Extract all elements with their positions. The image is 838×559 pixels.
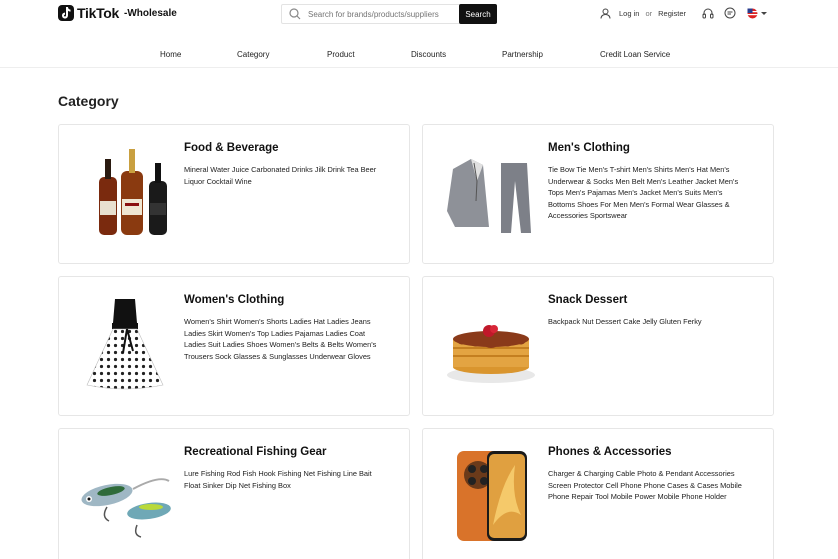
logo-subtitle: -Wholesale [124, 7, 177, 19]
fishing-lures-image [81, 478, 171, 538]
login-link[interactable]: Log in [619, 9, 639, 18]
category-description: Tie Bow Tie Men's T-shirt Men's Shirts M… [548, 165, 739, 220]
user-icon[interactable] [600, 8, 611, 19]
nav-discounts[interactable]: Discounts [411, 50, 446, 59]
page-title: Category [58, 93, 119, 109]
category-card-fishing-gear[interactable]: Recreational Fishing Gear Lure Fishing R… [58, 428, 410, 559]
chevron-down-icon[interactable] [761, 11, 768, 16]
or-separator: or [645, 8, 653, 18]
category-card-mens-clothing[interactable]: Men's Clothing Tie Bow Tie Men's T-shirt… [422, 124, 774, 264]
category-description: Women's Shirt Women's Shorts Ladies Hat … [184, 317, 377, 361]
category-description: Lure Fishing Rod Fish Hook Fishing Net F… [184, 469, 372, 490]
liquor-bottles-image [99, 149, 167, 235]
category-title: Recreational Fishing Gear [184, 446, 327, 458]
category-title: Women's Clothing [184, 294, 285, 306]
category-card-snack-dessert[interactable]: Snack Dessert Backpack Nut Dessert Cake … [422, 276, 774, 416]
chat-icon[interactable] [724, 7, 736, 19]
search-icon [289, 8, 301, 20]
site-header: TikTok -Wholesale Search Log in or Regis… [0, 0, 838, 32]
nav-partnership[interactable]: Partnership [502, 50, 543, 59]
category-title: Food & Beverage [184, 142, 279, 154]
header-actions: Log in or Register [600, 7, 768, 19]
pancakes-image [447, 325, 535, 383]
search-bar: Search [281, 4, 497, 24]
category-title: Phones & Accessories [548, 446, 672, 458]
category-title: Snack Dessert [548, 294, 628, 306]
smartphone-image [457, 451, 527, 541]
category-description: Charger & Charging Cable Photo & Pendant… [548, 469, 742, 501]
suit-image [447, 159, 531, 233]
category-card-womens-clothing[interactable]: Women's Clothing Women's Shirt Women's S… [58, 276, 410, 416]
search-input[interactable] [308, 9, 458, 19]
nav-home[interactable]: Home [160, 50, 181, 59]
headset-icon[interactable] [702, 8, 714, 19]
category-card-food-beverage[interactable]: Food & Beverage Mineral Water Juice Carb… [58, 124, 410, 264]
category-title: Men's Clothing [548, 142, 630, 154]
polka-dot-dress-image [86, 299, 164, 390]
category-description: Mineral Water Juice Carbonated Drinks Ji… [184, 165, 377, 186]
register-link[interactable]: Register [658, 9, 686, 18]
tiktok-logo-icon [58, 5, 74, 21]
category-description: Backpack Nut Dessert Cake Jelly Gluten F… [548, 317, 702, 326]
tiktok-wholesale-logo[interactable]: TikTok -Wholesale [58, 5, 177, 21]
nav-product[interactable]: Product [327, 50, 355, 59]
us-flag-icon[interactable] [747, 8, 758, 19]
logo-text: TikTok [77, 5, 120, 21]
main-nav: Home Category Product Discounts Partners… [0, 44, 838, 68]
search-button[interactable]: Search [459, 4, 497, 24]
nav-credit-loan-service[interactable]: Credit Loan Service [600, 50, 670, 59]
nav-category[interactable]: Category [237, 50, 269, 59]
category-card-phones-accessories[interactable]: Phones & Accessories Charger & Charging … [422, 428, 774, 559]
